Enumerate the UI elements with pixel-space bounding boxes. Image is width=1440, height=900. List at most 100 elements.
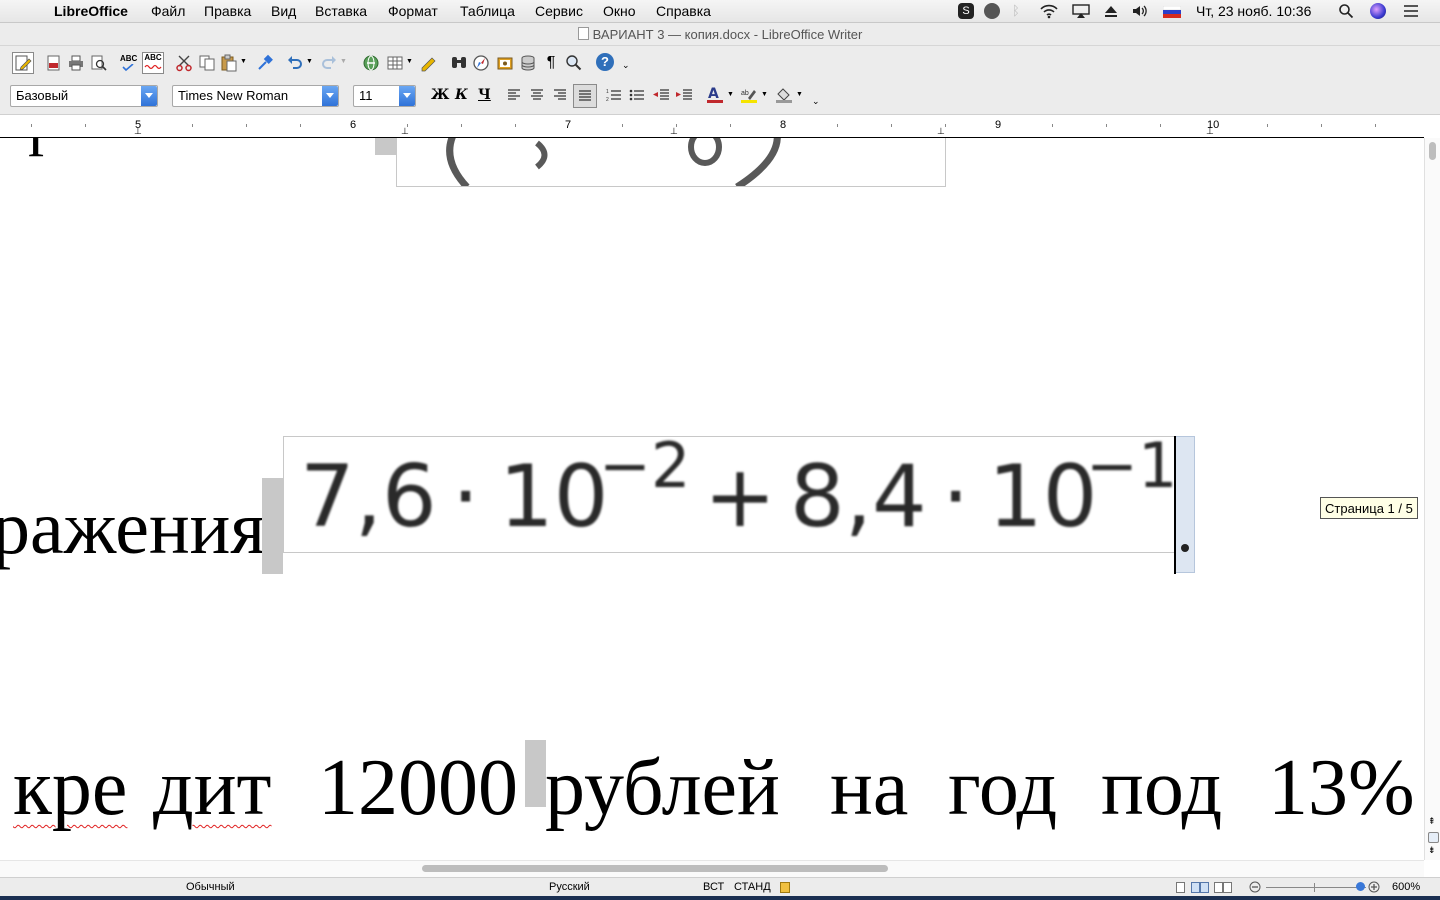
zoom-slider-handle[interactable] <box>1356 882 1365 891</box>
bluetooth-icon[interactable]: ᛒ <box>1012 3 1028 19</box>
menu-help[interactable]: Справка <box>656 3 711 19</box>
decrease-indent-icon[interactable] <box>652 87 670 105</box>
next-page-icon[interactable]: ⇟ <box>1428 845 1436 856</box>
italic-button[interactable]: К <box>455 87 468 103</box>
document-canvas[interactable]: г ражения 7,6 · 10 −2 + 8,4 · 10 −1 кре … <box>0 138 1424 860</box>
menu-tools[interactable]: Сервис <box>535 3 583 19</box>
paste-icon[interactable] <box>220 54 238 72</box>
tab-stop-icon[interactable]: ⊥ <box>937 126 945 137</box>
wifi-icon[interactable] <box>1040 3 1058 19</box>
previous-page-icon[interactable]: ⇞ <box>1428 816 1436 827</box>
highlight-icon[interactable]: ab <box>740 86 758 104</box>
copy-icon[interactable] <box>198 54 216 72</box>
horizontal-scrollbar[interactable] <box>0 860 1424 877</box>
gallery-icon[interactable] <box>496 54 514 72</box>
tab-stop-icon[interactable]: ⊥ <box>134 126 142 137</box>
print-icon[interactable] <box>67 54 85 72</box>
status-zoom[interactable]: 600% <box>1392 881 1420 893</box>
align-center-icon[interactable] <box>529 87 547 105</box>
export-pdf-icon[interactable] <box>45 54 63 72</box>
draw-functions-icon[interactable] <box>420 54 438 72</box>
russian-flag-icon[interactable] <box>1162 5 1182 18</box>
font-color-dropdown-icon[interactable]: ▼ <box>727 91 735 109</box>
menu-edit[interactable]: Правка <box>204 3 251 19</box>
hyperlink-icon[interactable] <box>362 54 380 72</box>
redo-icon[interactable] <box>320 54 338 72</box>
status-insert-mode[interactable]: ВСТ <box>703 881 724 893</box>
skype-icon[interactable]: S <box>958 3 974 19</box>
tab-stop-icon[interactable]: ⊥ <box>670 126 678 137</box>
siri-icon[interactable] <box>1370 3 1386 19</box>
bullets-icon[interactable] <box>629 87 647 105</box>
status-selection-mode[interactable]: СТАНД <box>734 881 771 893</box>
font-name-combo[interactable]: Times New Roman <box>172 85 339 107</box>
formatting-marks-icon[interactable]: ¶ <box>542 54 560 72</box>
background-color-icon[interactable] <box>775 86 793 104</box>
vertical-scroll-thumb[interactable] <box>1429 142 1436 160</box>
print-preview-icon[interactable] <box>90 54 108 72</box>
airplay-icon[interactable] <box>1072 3 1090 19</box>
menubar-clock[interactable]: Чт, 23 нояб. 10:36 <box>1196 3 1311 19</box>
chevron-down-icon[interactable] <box>322 86 338 106</box>
underline-button[interactable]: Ч <box>478 87 491 103</box>
volume-icon[interactable] <box>1131 3 1147 19</box>
autospellcheck-icon[interactable]: ABC <box>142 52 164 74</box>
toolbar-overflow-icon[interactable]: ⌄ <box>622 60 632 78</box>
book-view-icon[interactable] <box>1214 882 1232 893</box>
zoom-in-icon[interactable] <box>1368 881 1380 893</box>
clone-formatting-icon[interactable] <box>256 54 274 72</box>
single-page-view-icon[interactable] <box>1176 882 1185 893</box>
table-dropdown-icon[interactable]: ▼ <box>406 58 414 76</box>
data-sources-icon[interactable] <box>519 54 537 72</box>
highlight-dropdown-icon[interactable]: ▼ <box>761 91 769 109</box>
align-right-icon[interactable] <box>552 87 570 105</box>
menu-view[interactable]: Вид <box>271 3 296 19</box>
chevron-down-icon[interactable] <box>399 86 415 106</box>
status-page-style[interactable]: Обычный <box>186 881 235 893</box>
background-color-dropdown-icon[interactable]: ▼ <box>796 91 804 109</box>
font-color-icon[interactable]: A <box>706 86 724 104</box>
bold-button[interactable]: Ж <box>431 87 449 103</box>
undo-icon[interactable] <box>286 54 304 72</box>
document-modified-icon[interactable] <box>780 882 790 893</box>
table-icon[interactable] <box>386 54 404 72</box>
vertical-scrollbar[interactable]: ⇞ ⇟ <box>1424 138 1440 860</box>
undo-dropdown-icon[interactable]: ▼ <box>306 58 314 76</box>
cut-icon[interactable] <box>175 54 193 72</box>
zoom-slider[interactable] <box>1266 887 1366 888</box>
formula-object[interactable]: 7,6 · 10 −2 + 8,4 · 10 −1 <box>283 429 1177 553</box>
toolbar-overflow-icon[interactable]: ⌄ <box>812 96 822 114</box>
menu-table[interactable]: Таблица <box>460 3 515 19</box>
tab-stop-icon[interactable]: ⊥ <box>401 126 409 137</box>
align-left-icon[interactable] <box>506 87 524 105</box>
tab-stop-icon[interactable]: ⊥ <box>1206 126 1214 137</box>
status-language[interactable]: Русский <box>549 881 590 893</box>
menu-insert[interactable]: Вставка <box>315 3 367 19</box>
formula-object-top[interactable] <box>396 138 946 187</box>
increase-indent-icon[interactable] <box>675 87 693 105</box>
paste-dropdown-icon[interactable]: ▼ <box>240 58 248 76</box>
menu-window[interactable]: Окно <box>603 3 636 19</box>
zoom-out-icon[interactable] <box>1249 881 1261 893</box>
spellcheck-icon[interactable]: ABC <box>120 54 138 72</box>
zoom-icon[interactable] <box>565 54 583 72</box>
horizontal-scroll-thumb[interactable] <box>422 865 888 872</box>
chevron-down-icon[interactable] <box>141 86 157 106</box>
notification-center-icon[interactable] <box>1402 3 1418 19</box>
menu-file[interactable]: Файл <box>151 3 185 19</box>
menu-format[interactable]: Формат <box>388 3 438 19</box>
justify-icon[interactable] <box>573 84 597 108</box>
numbering-icon[interactable]: 12 <box>606 87 624 105</box>
font-size-combo[interactable]: 11 <box>353 85 416 107</box>
find-replace-icon[interactable] <box>450 54 468 72</box>
horizontal-ruler[interactable]: 5 6 7 8 9 10 ⊥ ⊥ ⊥ ⊥ ⊥ <box>0 115 1424 139</box>
edit-mode-icon[interactable] <box>12 52 34 74</box>
multi-page-view-icon[interactable] <box>1191 882 1209 893</box>
app-tray-icon[interactable] <box>984 3 1000 19</box>
navigation-icon[interactable] <box>1428 832 1439 843</box>
redo-dropdown-icon[interactable]: ▼ <box>340 58 348 76</box>
eject-icon[interactable] <box>1103 3 1119 19</box>
help-icon[interactable]: ? <box>596 53 614 71</box>
spotlight-search-icon[interactable] <box>1338 3 1354 19</box>
paragraph-style-combo[interactable]: Базовый <box>10 85 158 107</box>
